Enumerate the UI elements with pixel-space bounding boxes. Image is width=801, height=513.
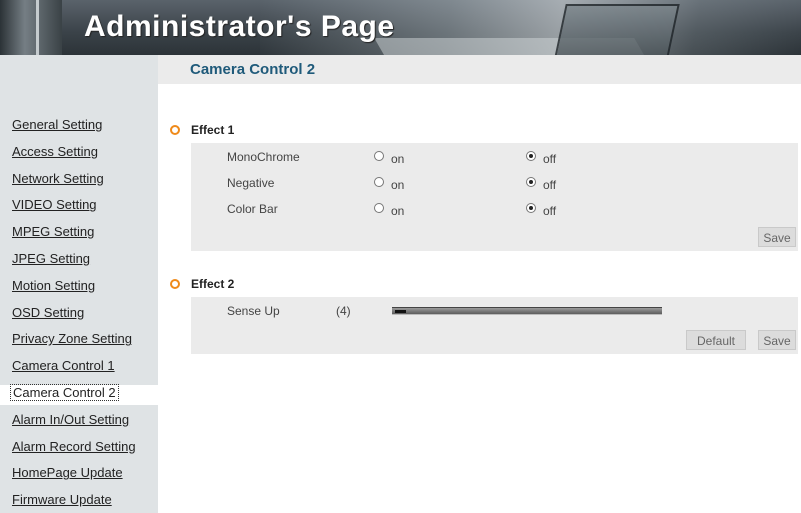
colorbar-on-radio[interactable] — [374, 203, 384, 213]
sidebar-item-camera-control-2[interactable]: Camera Control 2 — [0, 384, 158, 405]
subheader-bar: Camera Control 2 — [0, 55, 801, 84]
header-banner: Administrator's Page — [0, 0, 801, 55]
effect2-save-button[interactable]: Save — [758, 330, 796, 350]
negative-off-radio[interactable] — [526, 177, 536, 187]
banner-monitor-image — [554, 4, 680, 55]
monochrome-on-radio[interactable] — [374, 151, 384, 161]
sidebar-item-jpeg-setting[interactable]: JPEG Setting — [12, 251, 90, 271]
sidebar-item-label: Network Setting — [12, 170, 104, 186]
banner-pillar — [0, 0, 62, 55]
sense-up-value: (4) — [336, 304, 351, 318]
sidebar-item-motion-setting[interactable]: Motion Setting — [12, 278, 95, 298]
monochrome-on-label: on — [391, 152, 405, 166]
sidebar-item-label: Firmware Update — [12, 492, 112, 508]
sidebar-item-label: Alarm Record Setting — [12, 438, 136, 454]
sidebar-item-label: General Setting — [12, 117, 103, 132]
monochrome-label: MonoChrome — [227, 150, 300, 164]
sidebar-item-homepage-update[interactable]: HomePage Update — [12, 465, 123, 485]
sidebar-item-osd-setting[interactable]: OSD Setting — [12, 305, 84, 325]
sidebar-item-alarm-in-out-setting[interactable]: Alarm In/Out Setting — [12, 412, 129, 432]
sidebar-item-label: Privacy Zone Setting — [12, 331, 132, 347]
effect2-default-button[interactable]: Default — [686, 330, 746, 350]
banner-pillar-edge — [36, 0, 39, 55]
effect2-bullet-icon — [170, 279, 180, 289]
sidebar-item-firmware-update[interactable]: Firmware Update — [12, 492, 112, 512]
effect1-save-button[interactable]: Save — [758, 227, 796, 247]
sidebar-item-mpeg-setting[interactable]: MPEG Setting — [12, 224, 94, 244]
sidebar-item-label: JPEG Setting — [12, 251, 91, 266]
negative-label: Negative — [227, 176, 275, 190]
sidebar-item-video-setting[interactable]: VIDEO Setting — [12, 197, 97, 217]
monochrome-off-label: off — [543, 152, 557, 166]
sense-up-label: Sense Up — [227, 304, 280, 318]
sidebar-item-label: OSD Setting — [12, 304, 85, 320]
effect1-bullet-icon — [170, 125, 180, 135]
effect2-title: Effect 2 — [191, 277, 235, 291]
colorbar-off-label: off — [543, 204, 557, 218]
sense-up-slider[interactable] — [392, 307, 662, 315]
sidebar-item-privacy-zone-setting[interactable]: Privacy Zone Setting — [12, 331, 132, 351]
sidebar-item-label: MPEG Setting — [12, 224, 95, 240]
sidebar-item-label: Camera Control 1 — [12, 358, 115, 374]
sidebar-item-label: Alarm In/Out Setting — [12, 411, 130, 427]
page-title: Camera Control 2 — [190, 61, 316, 78]
sidebar-item-general-setting[interactable]: General Setting — [12, 117, 102, 137]
negative-on-label: on — [391, 178, 405, 192]
sidebar-item-label: Motion Setting — [12, 277, 96, 293]
sidebar-item-label: Camera Control 2 — [10, 384, 119, 401]
subheader-sidebar-segment — [0, 55, 158, 84]
sidebar-item-label: Access Setting — [12, 143, 98, 159]
sidebar-item-access-setting[interactable]: Access Setting — [12, 144, 98, 164]
negative-off-label: off — [543, 178, 557, 192]
effect1-title: Effect 1 — [191, 123, 235, 137]
colorbar-off-radio[interactable] — [526, 203, 536, 213]
colorbar-label: Color Bar — [227, 202, 278, 216]
monochrome-off-radio[interactable] — [526, 151, 536, 161]
sidebar-item-alarm-record-setting[interactable]: Alarm Record Setting — [12, 439, 136, 459]
sense-up-slider-fill — [395, 310, 406, 313]
sidebar-item-label: VIDEO Setting — [12, 197, 97, 213]
header-title: Administrator's Page — [84, 10, 395, 43]
sidebar-item-camera-control-1[interactable]: Camera Control 1 — [12, 358, 115, 378]
colorbar-on-label: on — [391, 204, 405, 218]
sidebar-item-network-setting[interactable]: Network Setting — [12, 171, 104, 191]
sidebar-item-label: HomePage Update — [12, 465, 123, 481]
negative-on-radio[interactable] — [374, 177, 384, 187]
